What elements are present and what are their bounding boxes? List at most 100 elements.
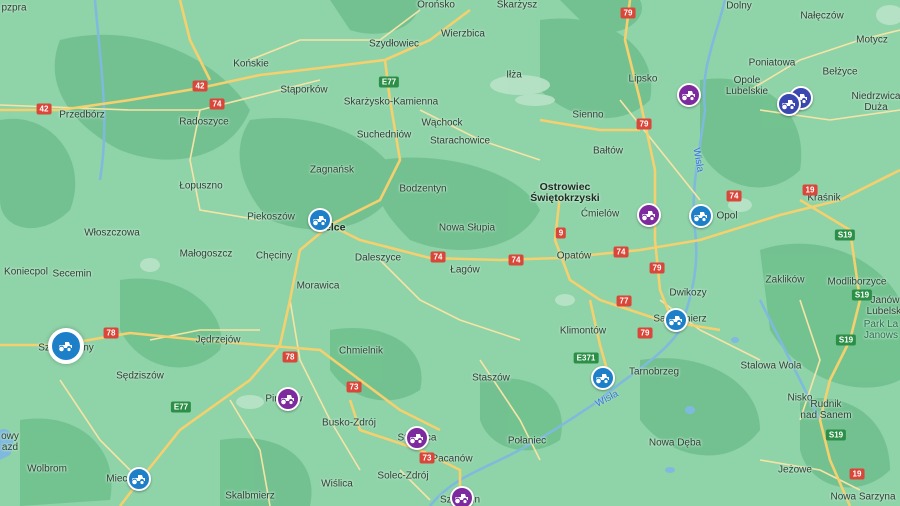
route-shield-77: 77 — [616, 295, 632, 307]
place-motycz: Motycz — [856, 34, 888, 46]
place-zagnansk: Zagnańsk — [310, 164, 354, 176]
route-shield-s19: S19 — [825, 429, 847, 441]
place-przedborz: Przedbórz — [59, 109, 105, 121]
route-shield-78: 78 — [103, 327, 119, 339]
place-niedrzwica: Niedrzwica Duża — [851, 91, 900, 113]
route-shield-78: 78 — [282, 351, 298, 363]
marker-tractor-miechow[interactable] — [127, 467, 151, 491]
place-busko: Busko-Zdrój — [322, 417, 376, 429]
place-chmielnik: Chmielnik — [339, 345, 383, 357]
tractor-icon — [682, 91, 695, 101]
route-shield-42: 42 — [36, 103, 52, 115]
route-shield-79: 79 — [637, 327, 653, 339]
place-wloszczowa: Włoszczowa — [84, 227, 140, 239]
marker-tractor-opole[interactable] — [689, 204, 713, 228]
place-wachock: Wąchock — [421, 117, 463, 129]
place-daleszyce: Daleszyce — [354, 252, 402, 264]
place-opatow: Opatów — [556, 250, 592, 262]
tractor-icon — [313, 216, 326, 226]
tractor-icon — [59, 342, 72, 352]
marker-tractor-opole-cluster[interactable] — [777, 92, 801, 116]
place-owy: owy azd — [1, 431, 19, 453]
place-staporkow: Stąporków — [280, 84, 328, 96]
route-shield-s19: S19 — [834, 229, 856, 241]
place-naleczow: Nałęczów — [800, 10, 844, 22]
tractor-icon — [132, 475, 145, 485]
route-shield-74: 74 — [508, 254, 524, 266]
route-shield-74: 74 — [613, 246, 629, 258]
place-nowa-deba: Nowa Dęba — [648, 437, 702, 449]
route-shield-79: 79 — [636, 118, 652, 130]
place-pacanow: Pacanów — [431, 453, 473, 465]
route-shield-79: 79 — [649, 262, 665, 274]
route-shield-19: 19 — [802, 184, 818, 196]
marker-tractor-szczucin[interactable] — [450, 486, 474, 506]
route-shield-s19: S19 — [851, 289, 873, 301]
route-shield-74: 74 — [209, 98, 225, 110]
route-shield-74: 74 — [430, 251, 446, 263]
marker-tractor-szczekociny-selected[interactable] — [48, 328, 84, 364]
place-skalbmierz: Skalbmierz — [225, 490, 275, 502]
place-cmielow: Ćmielów — [580, 208, 620, 220]
place-poniatowa: Poniatowa — [748, 57, 796, 69]
marker-tractor-kielce[interactable] — [308, 208, 332, 232]
place-wierzbica: Wierzbica — [441, 28, 485, 40]
place-wislica: Wiślica — [321, 478, 353, 490]
tractor-icon — [410, 434, 423, 444]
route-shield-s19: S19 — [835, 334, 857, 346]
place-sedziszow: Sędziszów — [116, 370, 164, 382]
place-piekoszow: Piekoszów — [247, 211, 295, 223]
route-shield-42: 42 — [192, 80, 208, 92]
route-shield-79: 79 — [620, 7, 636, 19]
place-polaniec: Połaniec — [507, 435, 547, 447]
tractor-icon — [694, 212, 707, 222]
place-belzyce: Bełżyce — [822, 66, 858, 78]
marker-tractor-stopnica[interactable] — [405, 426, 429, 450]
route-shield-19: 19 — [849, 468, 865, 480]
place-klimontow: Klimontów — [559, 325, 607, 337]
place-malogoszcz: Małogoszcz — [179, 248, 233, 260]
marker-tractor-lipsko[interactable] — [677, 83, 701, 107]
place-jedrzejow: Jędrzejów — [195, 334, 241, 346]
place-modliborzyce: Modliborzyce — [827, 276, 887, 288]
place-checiny: Chęciny — [255, 250, 293, 262]
place-ostrowiec: Ostrowiec Świętokrzyski — [530, 181, 600, 204]
marker-tractor-sandomierz[interactable] — [664, 308, 688, 332]
place-pzpra: pzpra — [1, 2, 27, 14]
place-bodzentyn: Bodzentyn — [399, 183, 447, 195]
place-lopuszno: Łopuszno — [179, 180, 223, 192]
route-shield-74: 74 — [726, 190, 742, 202]
tractor-icon — [281, 395, 294, 405]
place-solec: Solec-Zdrój — [377, 470, 429, 482]
place-wolbrom: Wolbrom — [27, 463, 67, 475]
place-zaklikow: Zaklików — [765, 274, 805, 286]
place-konskie: Końskie — [233, 58, 269, 70]
place-park: Park La Janows — [863, 319, 899, 341]
place-suchedniow: Suchedniów — [356, 129, 412, 141]
place-lipsko: Lipsko — [628, 73, 658, 85]
marker-tractor-cmielow[interactable] — [637, 203, 661, 227]
route-shield-e77: E77 — [170, 401, 192, 413]
place-starachowice: Starachowice — [429, 135, 491, 147]
place-radoszyce: Radoszyce — [179, 116, 229, 128]
route-shield-e77: E77 — [378, 76, 400, 88]
place-szydlowiec: Szydłowiec — [368, 38, 420, 50]
marker-tractor-pinczow[interactable] — [276, 387, 300, 411]
route-shield-e371: E371 — [573, 352, 599, 364]
tractor-icon — [596, 374, 609, 384]
place-ilza: Iłża — [506, 69, 522, 81]
map-canvas[interactable]: Orońsko Skarżysz Dolny Nałęczów pzpra Sz… — [0, 0, 900, 506]
place-sienno: Sienno — [572, 109, 604, 121]
place-jezowe: Jeżowe — [778, 464, 812, 476]
place-tarnobrzeg: Tarnobrzeg — [628, 366, 680, 378]
place-lagow: Łagów — [450, 264, 480, 276]
tractor-icon — [642, 211, 655, 221]
place-nowa-slupia: Nowa Słupia — [438, 222, 496, 234]
route-shield-73: 73 — [419, 452, 435, 464]
tractor-icon — [669, 316, 682, 326]
place-stalowa-wola: Stalowa Wola — [740, 360, 802, 372]
tractor-icon — [782, 100, 795, 110]
place-skarzysz: Skarżysz — [496, 0, 538, 11]
place-dolny: Dolny — [726, 0, 752, 12]
marker-tractor-staszow-east[interactable] — [591, 366, 615, 390]
